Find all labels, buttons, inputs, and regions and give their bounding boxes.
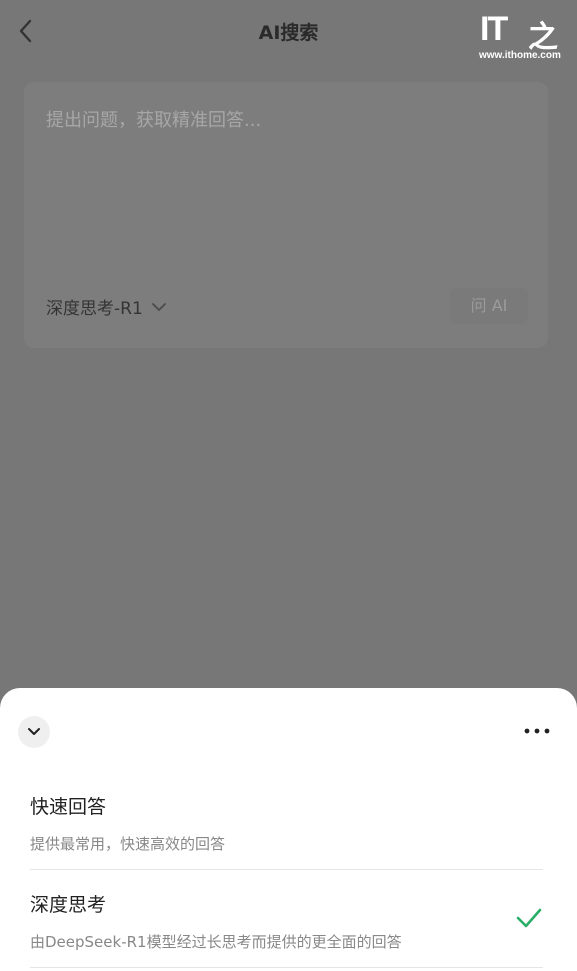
- mode-option-title: 快速回答: [30, 796, 107, 818]
- search-card: 提出问题，获取精准回答... 深度思考-R1 问 AI: [24, 82, 548, 348]
- more-options-button[interactable]: [522, 720, 552, 742]
- header: AI搜索 IT 之 www.ithome.com: [0, 0, 577, 62]
- more-dots-icon: [524, 728, 550, 734]
- mode-option-description: 由DeepSeek-R1模型经过长思考而提供的更全面的回答: [30, 933, 402, 951]
- mode-bottom-sheet: 快速回答 提供最常用，快速高效的回答 深度思考 由DeepSeek-R1模型经过…: [0, 688, 577, 971]
- checkmark-icon: [516, 908, 542, 928]
- mode-selector[interactable]: 深度思考-R1: [46, 294, 167, 319]
- mode-option-deep-thinking[interactable]: 深度思考 由DeepSeek-R1模型经过长思考而提供的更全面的回答: [30, 890, 543, 968]
- question-input[interactable]: 提出问题，获取精准回答...: [46, 106, 261, 132]
- watermark-logo: IT: [480, 10, 508, 48]
- chevron-down-icon: [28, 728, 40, 735]
- watermark-url: www.ithome.com: [479, 50, 561, 61]
- collapse-button[interactable]: [18, 716, 50, 748]
- mode-option-description: 提供最常用，快速高效的回答: [30, 835, 226, 853]
- mode-option-fast[interactable]: 快速回答 提供最常用，快速高效的回答: [30, 792, 543, 870]
- chevron-down-icon: [151, 302, 166, 311]
- ithome-watermark: IT 之 www.ithome.com: [478, 8, 570, 64]
- mode-selector-label: 深度思考-R1: [46, 299, 143, 319]
- mode-option-title: 深度思考: [30, 894, 107, 916]
- ask-ai-button[interactable]: 问 AI: [450, 288, 528, 324]
